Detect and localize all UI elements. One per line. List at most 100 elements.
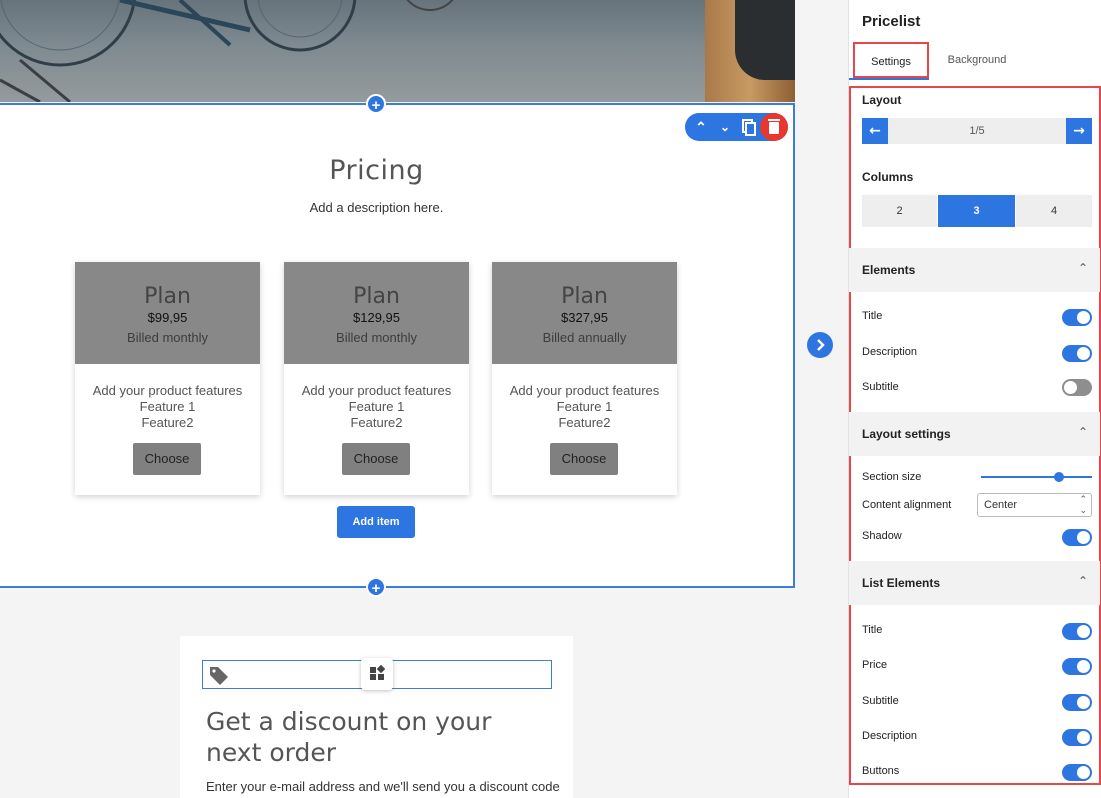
elements-label: Elements — [862, 263, 916, 277]
card-header: Plan $99,95 Billed monthly — [75, 262, 260, 364]
section-toolbar: ⌃ ⌄ — [685, 113, 788, 141]
copy-icon[interactable] — [737, 113, 761, 141]
feature-line: Feature2 — [141, 415, 194, 430]
list-subtitle-toggle[interactable] — [1062, 694, 1092, 711]
choose-button[interactable]: Choose — [342, 443, 410, 475]
feature-line: Add your product features — [301, 383, 452, 398]
chevron-up-icon[interactable]: ⌃ — [689, 113, 713, 141]
tag-icon — [210, 667, 228, 685]
feature-line: Feature 1 — [556, 399, 613, 414]
shadow-label: Shadow — [862, 530, 902, 542]
content-alignment-label: Content alignment — [862, 499, 952, 511]
list-description-label: Description — [862, 730, 918, 742]
choose-button[interactable]: Choose — [550, 443, 618, 475]
chevron-up-icon[interactable]: ⌃ — [1078, 574, 1088, 588]
columns-label: Columns — [862, 170, 914, 184]
layout-page: 1/5 — [969, 125, 985, 137]
list-buttons-label: Buttons — [862, 765, 900, 777]
plan-billing: Billed monthly — [336, 330, 417, 345]
feature-line: Add your product features — [509, 383, 660, 398]
bicycle-illustration — [0, 0, 795, 102]
plan-name: Plan — [144, 284, 191, 309]
widget-move-icon[interactable] — [361, 658, 393, 690]
elements-title-label: Title — [862, 310, 883, 322]
settings-panel: Pricelist Settings Background Layout ← 1… — [848, 0, 1101, 798]
list-elements-label: List Elements — [862, 576, 941, 590]
editor-canvas: ⌃ ⌄ Pricing Add a description here. Plan… — [0, 0, 848, 798]
columns-option-4[interactable]: 4 — [1016, 195, 1092, 227]
elements-subtitle-toggle[interactable] — [1062, 379, 1092, 396]
pricing-title: Pricing — [329, 155, 424, 186]
card-header: Plan $327,95 Billed annually — [492, 262, 677, 364]
add-item-button[interactable]: Add item — [337, 506, 415, 538]
pricing-section[interactable]: ⌃ ⌄ Pricing Add a description here. Plan… — [0, 103, 795, 588]
jacket-shape — [735, 0, 795, 80]
discount-text: Enter your e-mail address and we'll send… — [206, 779, 560, 794]
layout-label: Layout — [862, 93, 902, 107]
plan-price: $129,95 — [353, 310, 400, 325]
plan-price: $99,95 — [147, 310, 188, 325]
columns-selector: 2 3 4 — [862, 195, 1092, 227]
layout-settings-label: Layout settings — [862, 427, 951, 441]
layout-navigator: ← 1/5 → — [862, 118, 1092, 144]
shadow-toggle[interactable] — [1062, 529, 1092, 546]
feature-line: Feature 1 — [139, 399, 196, 414]
section-size-label: Section size — [862, 471, 922, 483]
list-title-toggle[interactable] — [1062, 623, 1092, 640]
list-description-toggle[interactable] — [1062, 729, 1092, 746]
feature-line: Add your product features — [92, 383, 243, 398]
content-alignment-select[interactable]: Center ⌃ ⌄ — [977, 493, 1092, 517]
plus-icon[interactable]: + — [366, 94, 386, 114]
plan-billing: Billed annually — [542, 330, 627, 345]
price-card[interactable]: Plan $327,95 Billed annually Add your pr… — [492, 262, 677, 495]
plan-features: Add your product features Feature 1 Feat… — [284, 383, 469, 431]
plan-name: Plan — [353, 284, 400, 309]
elements-title-toggle[interactable] — [1062, 309, 1092, 326]
price-card[interactable]: Plan $99,95 Billed monthly Add your prod… — [75, 262, 260, 495]
plus-icon[interactable]: + — [366, 577, 386, 597]
hero-image — [0, 0, 795, 102]
discount-title: Get a discount on your next order — [206, 707, 492, 767]
slider-handle[interactable] — [1053, 472, 1064, 482]
list-subtitle-label: Subtitle — [862, 695, 899, 707]
list-buttons-toggle[interactable] — [1062, 764, 1092, 781]
price-card[interactable]: Plan $129,95 Billed monthly Add your pro… — [284, 262, 469, 495]
plan-features: Add your product features Feature 1 Feat… — [75, 383, 260, 431]
discount-section[interactable]: Get a discount on your next order Enter … — [180, 636, 573, 798]
chevron-down-icon[interactable]: ⌄ — [713, 113, 737, 141]
elements-group-header[interactable]: Elements ⌃ — [849, 248, 1100, 292]
arrow-left-icon[interactable]: ← — [862, 118, 888, 144]
choose-button[interactable]: Choose — [133, 443, 201, 475]
list-elements-group-header[interactable]: List Elements ⌃ — [849, 561, 1100, 605]
chevron-right-icon[interactable] — [807, 332, 833, 358]
content-alignment-value: Center — [984, 499, 1018, 511]
elements-subtitle-label: Subtitle — [862, 381, 899, 393]
feature-line: Feature2 — [558, 415, 611, 430]
elements-description-toggle[interactable] — [1062, 345, 1092, 362]
layout-settings-group-header[interactable]: Layout settings ⌃ — [849, 412, 1100, 456]
plan-name: Plan — [561, 284, 608, 309]
list-price-label: Price — [862, 659, 888, 671]
tab-settings[interactable]: Settings — [853, 42, 929, 78]
arrow-right-icon[interactable]: → — [1066, 118, 1092, 144]
columns-option-2[interactable]: 2 — [862, 195, 938, 227]
card-header: Plan $129,95 Billed monthly — [284, 262, 469, 364]
active-tab-indicator — [849, 78, 929, 80]
plan-price: $327,95 — [561, 310, 608, 325]
elements-description-label: Description — [862, 346, 918, 358]
feature-line: Feature 1 — [348, 399, 405, 414]
pricing-description: Add a description here. — [309, 200, 444, 215]
section-size-slider[interactable] — [981, 472, 1092, 482]
plan-features: Add your product features Feature 1 Feat… — [492, 383, 677, 431]
feature-line: Feature2 — [350, 415, 403, 430]
chevron-up-icon[interactable]: ⌃ — [1078, 425, 1088, 439]
tab-background[interactable]: Background — [939, 42, 1015, 78]
plan-billing: Billed monthly — [127, 330, 208, 345]
trash-icon[interactable] — [760, 113, 788, 141]
chevron-up-icon[interactable]: ⌃ — [1078, 261, 1088, 275]
panel-title: Pricelist — [862, 13, 921, 30]
list-title-label: Title — [862, 624, 883, 636]
list-price-toggle[interactable] — [1062, 658, 1092, 675]
columns-option-3[interactable]: 3 — [938, 195, 1016, 227]
select-arrows-icon: ⌃ ⌄ — [1079, 495, 1087, 516]
